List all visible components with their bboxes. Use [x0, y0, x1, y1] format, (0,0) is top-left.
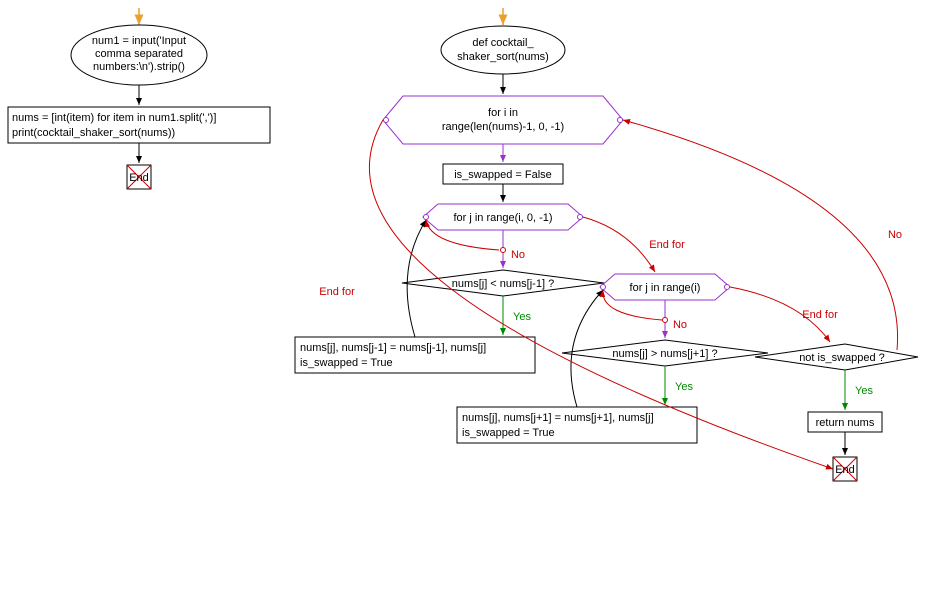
arrow-swap1-back: [407, 220, 426, 337]
swap2-text1: nums[j], nums[j+1] = nums[j+1], nums[j]: [462, 412, 654, 424]
process-text1: nums = [int(item) for item in num1.split…: [12, 112, 216, 124]
process-text2: print(cocktail_shaker_sort(nums)): [12, 127, 175, 139]
yes-label-1: Yes: [513, 311, 531, 323]
return-text: return nums: [816, 417, 875, 429]
endfor-label-3: End for: [319, 286, 355, 298]
input-node-text1: num1 = input('Input: [92, 35, 186, 47]
svg-text:End: End: [129, 172, 149, 184]
for-i-text1: for i in: [488, 107, 518, 119]
yes-label-3: Yes: [855, 385, 873, 397]
swap2-text2: is_swapped = True: [462, 427, 555, 439]
swap1-text1: nums[j], nums[j-1] = nums[j-1], nums[j]: [300, 342, 486, 354]
for-j1-text: for j in range(i, 0, -1): [453, 212, 552, 224]
yes-label-2: Yes: [675, 381, 693, 393]
no-label-1: No: [511, 249, 525, 261]
cond1-text: nums[j] < nums[j-1] ?: [452, 278, 554, 290]
cond2-text: nums[j] > nums[j+1] ?: [612, 348, 717, 360]
arrow-forj1-endfor: [583, 217, 655, 272]
arrow-notswapped-no: [623, 120, 898, 350]
end-node-right: End: [833, 457, 857, 481]
funcdef-text2: shaker_sort(nums): [457, 51, 549, 63]
input-node-text2: comma separated: [95, 48, 183, 60]
funcdef-node: [441, 26, 565, 74]
for-j2-text: for j in range(i): [630, 282, 701, 294]
funcdef-text1: def cocktail_: [472, 37, 534, 49]
endfor-label-1: End for: [649, 239, 685, 251]
input-node-text3: numbers:\n').strip(): [93, 61, 185, 73]
no-label-2: No: [673, 319, 687, 331]
for-i-text2: range(len(nums)-1, 0, -1): [442, 121, 564, 133]
not-swapped-text: not is_swapped ?: [799, 352, 885, 364]
for-i-node: [383, 96, 623, 144]
svg-text:End: End: [835, 464, 855, 476]
endfor-label-2: End for: [802, 309, 838, 321]
is-swapped-false-text: is_swapped = False: [454, 169, 552, 181]
end-node-left: End: [127, 165, 151, 189]
flowchart-diagram: num1 = input('Input comma separated numb…: [0, 0, 926, 593]
swap1-text2: is_swapped = True: [300, 357, 393, 369]
no-label-3: No: [888, 229, 902, 241]
